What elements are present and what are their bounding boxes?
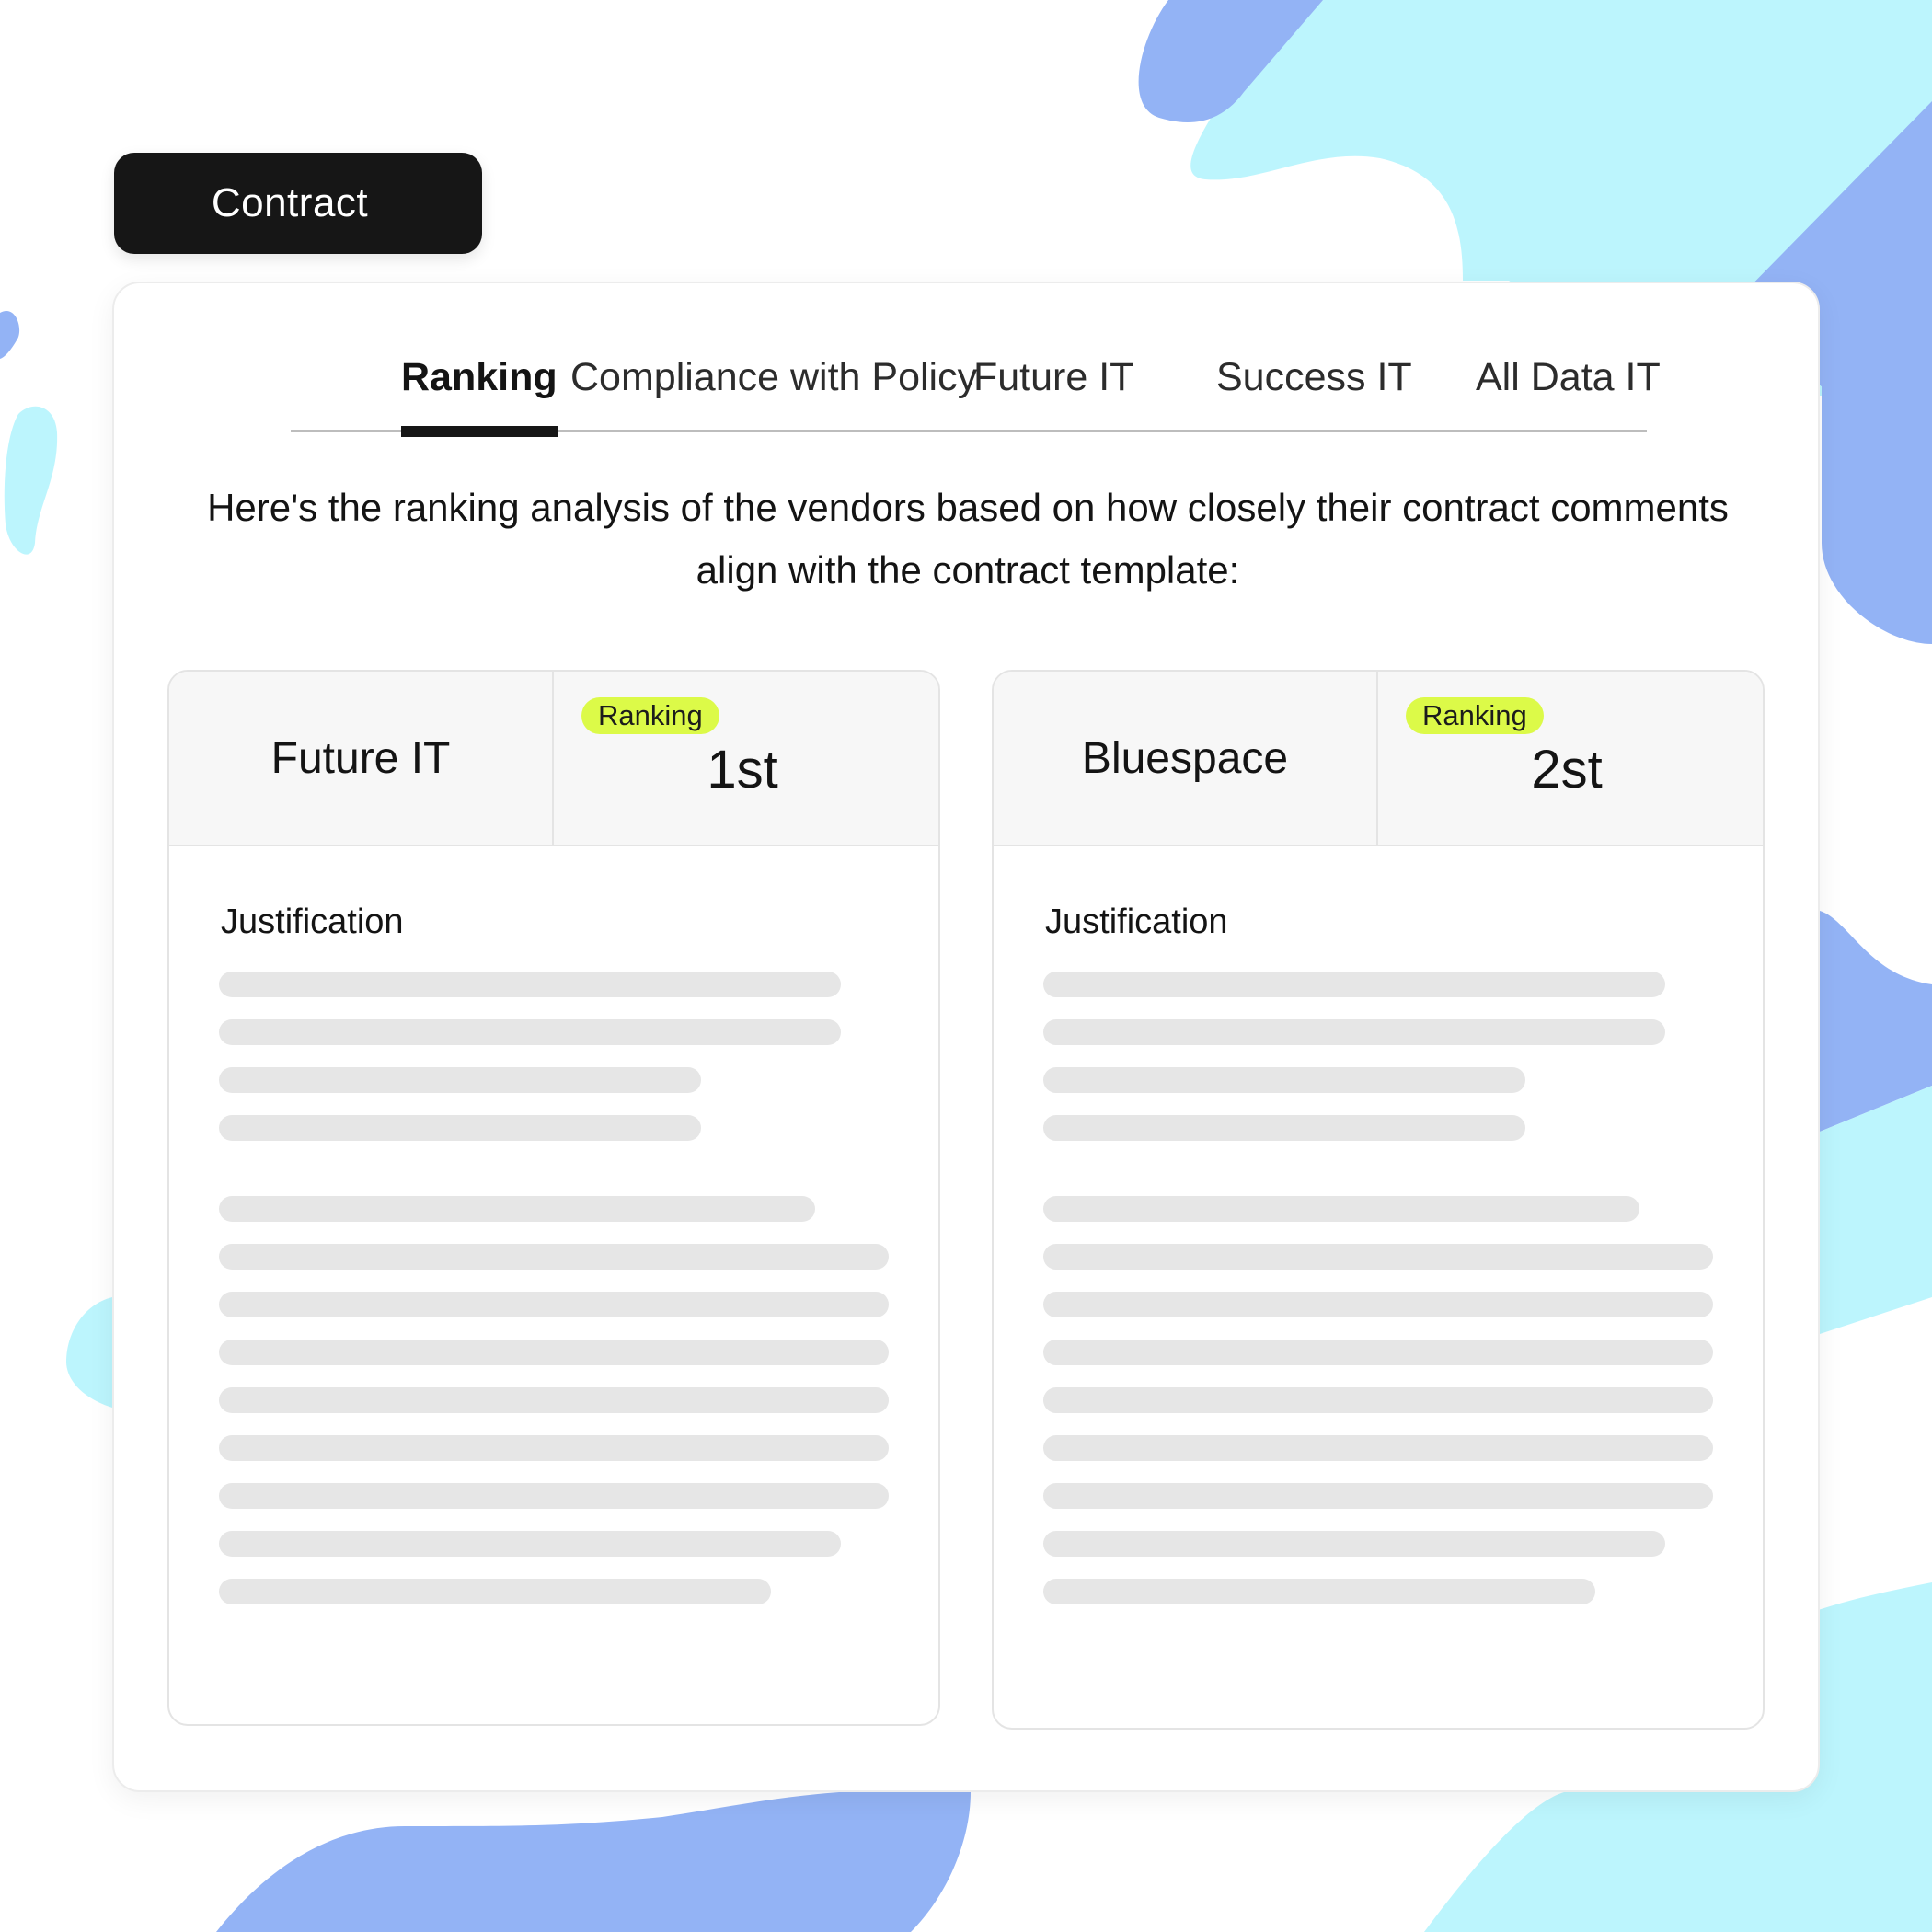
skeleton-line xyxy=(1043,1340,1713,1365)
contract-button[interactable]: Contract xyxy=(114,153,482,254)
justification-title: Justification xyxy=(221,903,404,941)
tab-ranking[interactable]: Ranking xyxy=(401,340,558,437)
tab-all-data-it[interactable]: All Data IT xyxy=(1476,340,1661,432)
vendor-card-future-it: Future IT Ranking 1st Justification xyxy=(167,670,940,1726)
vendor-name: Bluespace xyxy=(994,672,1378,845)
justification-title: Justification xyxy=(1045,903,1228,941)
skeleton-line xyxy=(1043,1115,1525,1141)
skeleton-line xyxy=(219,1340,889,1365)
skeleton-line xyxy=(219,1292,889,1317)
skeleton-line xyxy=(219,1387,889,1413)
intro-text: Here's the ranking analysis of the vendo… xyxy=(142,477,1794,602)
intro-line-1: Here's the ranking analysis of the vendo… xyxy=(207,486,1729,529)
skeleton-line xyxy=(1043,1531,1665,1557)
skeleton-line xyxy=(219,1483,889,1509)
tab-compliance-with-policy[interactable]: Compliance with Policy xyxy=(570,340,977,432)
skeleton-line xyxy=(1043,1196,1639,1222)
skeleton-line xyxy=(219,1067,701,1093)
skeleton-line xyxy=(1043,1579,1595,1604)
rank-cell: Ranking 2st xyxy=(1378,672,1763,845)
rank-value: 2st xyxy=(1531,740,1603,799)
skeleton-line xyxy=(1043,1067,1525,1093)
skeleton-line xyxy=(219,1196,815,1222)
skeleton-line xyxy=(219,1244,889,1270)
skeleton-line xyxy=(219,1115,701,1141)
skeleton-line xyxy=(219,1019,841,1045)
ranking-badge: Ranking xyxy=(581,697,719,734)
tab-success-it[interactable]: Success IT xyxy=(1216,340,1412,432)
tab-future-it[interactable]: Future IT xyxy=(973,340,1133,432)
rank-value: 1st xyxy=(707,740,778,799)
tab-bar: Ranking Compliance with Policy Future IT… xyxy=(291,340,1661,437)
skeleton-line xyxy=(1043,1387,1713,1413)
ranking-panel: Ranking Compliance with Policy Future IT… xyxy=(112,282,1820,1792)
skeleton-line xyxy=(1043,972,1665,997)
skeleton-line xyxy=(219,1435,889,1461)
rank-cell: Ranking 1st xyxy=(554,672,938,845)
skeleton-line xyxy=(219,1579,771,1604)
vendor-card-header: Bluespace Ranking 2st xyxy=(994,672,1763,846)
bottom-left-blue-blob xyxy=(216,1790,971,1932)
skeleton-line xyxy=(1043,1292,1713,1317)
left-cyan-pill xyxy=(4,406,58,555)
vendor-card-bluespace: Bluespace Ranking 2st Justification xyxy=(992,670,1765,1730)
skeleton-line xyxy=(1043,1019,1665,1045)
intro-line-2: align with the contract template: xyxy=(696,548,1240,592)
skeleton-line xyxy=(219,1531,841,1557)
skeleton-line xyxy=(1043,1244,1713,1270)
skeleton-line xyxy=(1043,1435,1713,1461)
vendor-name: Future IT xyxy=(169,672,554,845)
skeleton-line xyxy=(1043,1483,1713,1509)
left-bottom-cyan-blob xyxy=(66,1297,112,1408)
ranking-badge: Ranking xyxy=(1406,697,1544,734)
vendor-card-header: Future IT Ranking 1st xyxy=(169,672,938,846)
skeleton-line xyxy=(219,972,841,997)
left-small-blue-blob xyxy=(0,310,20,359)
